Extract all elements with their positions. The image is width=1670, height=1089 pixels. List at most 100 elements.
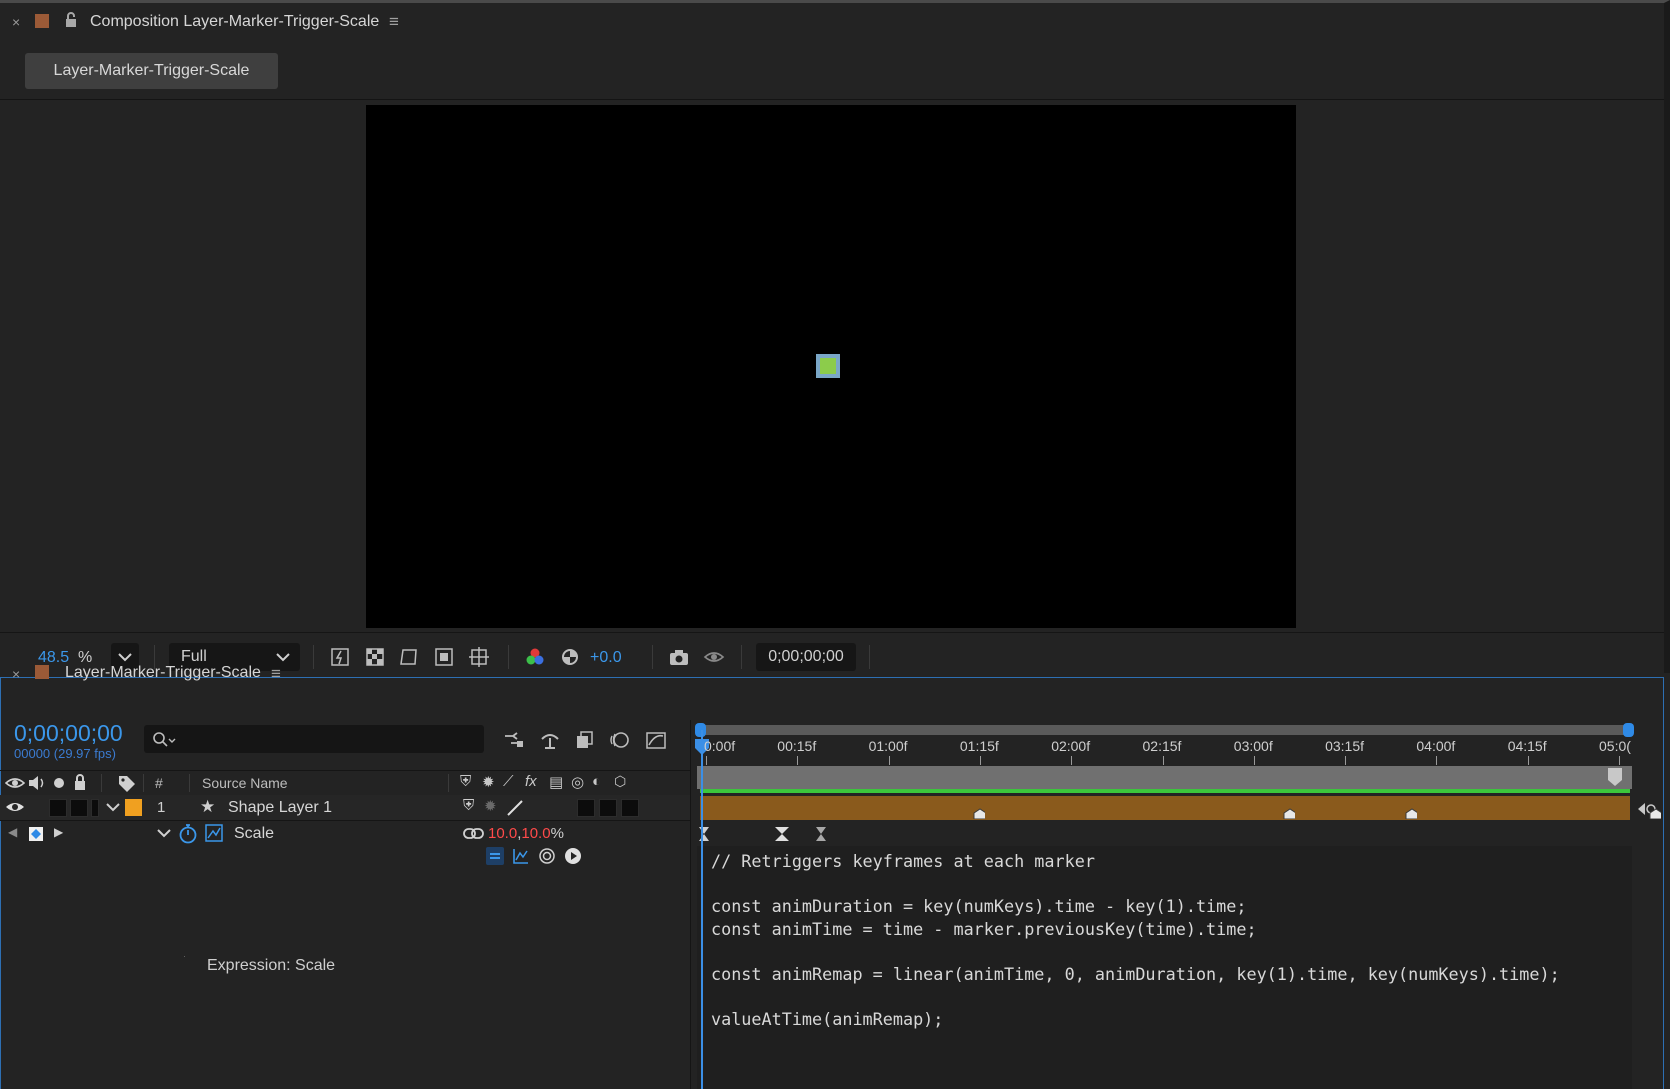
snapshot-icon[interactable] — [668, 646, 690, 668]
frame-rate-info: 00000 (29.97 fps) — [14, 746, 116, 761]
guides-icon[interactable] — [468, 646, 490, 668]
ruler-tick-label: 04:00f — [1416, 738, 1456, 754]
ruler-tick — [979, 756, 981, 765]
expression-label: Expression: Scale — [207, 957, 336, 974]
composition-panel-title: Composition Layer-Marker-Trigger-Scale — [90, 13, 380, 30]
enable-expression-icon[interactable] — [486, 847, 504, 865]
keyframe-hourglass-icon[interactable] — [814, 826, 828, 842]
link-icon[interactable] — [463, 827, 485, 840]
close-icon[interactable]: × — [12, 14, 20, 30]
lock-toggle[interactable] — [91, 799, 99, 817]
ruler-tick — [1253, 756, 1255, 765]
shape-layer-square[interactable] — [816, 354, 840, 378]
lock-icon[interactable] — [73, 774, 87, 791]
solo-icon[interactable] — [53, 777, 65, 789]
pick-whip-icon[interactable] — [538, 847, 556, 865]
transparency-grid-icon[interactable] — [364, 646, 386, 668]
lock-icon[interactable] — [64, 12, 78, 28]
ruler-tick-label: 00:15f — [777, 738, 817, 754]
hamburger-menu-icon[interactable]: ≡ — [271, 664, 281, 684]
scale-value-x[interactable]: 10.0 — [488, 825, 517, 842]
work-area-bar[interactable] — [697, 766, 1632, 789]
property-name: Scale — [234, 825, 275, 842]
frame-blending-icon[interactable] — [574, 729, 596, 751]
ruler-tick-label: 03:15f — [1325, 738, 1365, 754]
ruler-tick — [1527, 756, 1529, 765]
ruler-tick-label: 03:00f — [1233, 738, 1273, 754]
frame-blending-switch-icon: ▤ — [549, 774, 564, 791]
layer-marker[interactable] — [1283, 808, 1296, 819]
collapse-transformations-icon[interactable]: ✹ — [484, 797, 497, 815]
region-of-interest-icon[interactable] — [433, 646, 455, 668]
mask-visibility-icon[interactable] — [398, 646, 420, 668]
column-source-name-header[interactable]: Source Name — [202, 775, 288, 791]
shy-layers-icon[interactable] — [539, 729, 561, 751]
exposure-value[interactable]: +0.0 — [590, 649, 622, 667]
solo-toggle[interactable] — [70, 799, 88, 817]
layer-marker[interactable] — [973, 808, 985, 819]
color-channels-icon[interactable] — [524, 646, 546, 668]
layer-marker[interactable] — [1649, 808, 1661, 819]
graph-editor-icon[interactable] — [512, 847, 530, 865]
eye-icon[interactable] — [5, 800, 25, 814]
hamburger-menu-icon[interactable]: ≡ — [389, 12, 399, 32]
time-navigator[interactable] — [695, 723, 1634, 737]
viewer-timecode[interactable]: 0;00;00;00 — [756, 643, 856, 671]
expression-language-menu-icon[interactable] — [564, 847, 582, 865]
reset-exposure-icon[interactable] — [559, 646, 581, 668]
motion-blur-switch-icon: ◎ — [571, 774, 585, 791]
render-cache-indicator — [700, 789, 1630, 793]
layer-name[interactable]: Shape Layer 1 — [228, 799, 332, 817]
ruler-tick — [888, 756, 890, 765]
time-navigator-end-handle[interactable] — [1623, 723, 1634, 737]
keyframe-diamond-icon[interactable] — [27, 825, 45, 843]
scale-value[interactable]: 10.0,10.0% — [488, 825, 564, 842]
motion-blur-toggle[interactable] — [577, 799, 595, 817]
keyframe-hourglass-icon[interactable] — [774, 826, 790, 842]
ruler-tick-label: 02:00f — [1051, 738, 1091, 754]
layer-columns-header: # Source Name ⛨ ✹ ⟋ fx ▤ ◎ ◐ ⬡ — [0, 770, 690, 796]
previous-keyframe-icon[interactable]: ◀ — [8, 825, 17, 839]
layer-duration-bar[interactable] — [700, 796, 1630, 820]
label-tag-icon[interactable] — [118, 775, 136, 792]
motion-blur-icon[interactable] — [609, 729, 631, 751]
3d-toggle[interactable] — [621, 799, 639, 817]
star-icon: ★ — [200, 797, 216, 816]
work-area-end-icon[interactable] — [1606, 766, 1624, 788]
ruler-tick-label: 04:15f — [1507, 738, 1547, 754]
search-input[interactable] — [144, 725, 484, 753]
current-time-display[interactable]: 0;00;00;00 — [14, 720, 123, 747]
chevron-down-icon[interactable] — [157, 829, 171, 838]
composition-tab[interactable]: Layer-Marker-Trigger-Scale — [25, 53, 278, 89]
quality-icon[interactable] — [506, 799, 524, 816]
graph-icon[interactable] — [205, 824, 223, 842]
scale-value-y[interactable]: 10.0 — [521, 825, 550, 842]
timeline-panel-title: Layer-Marker-Trigger-Scale — [65, 664, 261, 681]
timeline-color-swatch — [35, 665, 49, 679]
next-keyframe-icon[interactable]: ▶ — [54, 825, 63, 839]
fast-previews-icon[interactable] — [329, 646, 351, 668]
layer-marker[interactable] — [1405, 808, 1418, 819]
expression-code[interactable]: // Retriggers keyframes at each marker c… — [711, 850, 1560, 1030]
current-time-indicator[interactable] — [701, 730, 703, 1089]
keyframe-track-scale[interactable] — [697, 821, 1632, 846]
panel-splitter[interactable] — [690, 720, 691, 1089]
layer-row[interactable]: 1 ★ Shape Layer 1 ⛨ ✹ — [0, 795, 690, 821]
chevron-down-icon[interactable] — [106, 803, 120, 812]
ruler-tick-label: 05:0( — [1599, 738, 1631, 754]
stopwatch-icon[interactable] — [178, 823, 198, 844]
composition-mini-flowchart-icon[interactable] — [503, 729, 525, 751]
property-row-scale[interactable]: ◀ ▶ Scale 10.0,10.0% — [0, 821, 690, 846]
close-icon[interactable]: × — [12, 666, 20, 682]
shy-switch-icon[interactable]: ⛨ — [463, 797, 474, 814]
audio-icon[interactable] — [27, 775, 47, 791]
composition-tab-label: Layer-Marker-Trigger-Scale — [53, 62, 250, 79]
adjustment-toggle[interactable] — [599, 799, 617, 817]
eye-icon[interactable] — [5, 776, 25, 790]
graph-editor-toggle-icon[interactable] — [645, 729, 667, 751]
keyframe-hourglass-icon[interactable] — [697, 826, 711, 842]
show-snapshot-icon[interactable] — [703, 646, 725, 668]
audio-toggle[interactable] — [49, 799, 67, 817]
divider — [0, 99, 1664, 100]
layer-label-color[interactable] — [125, 799, 142, 816]
